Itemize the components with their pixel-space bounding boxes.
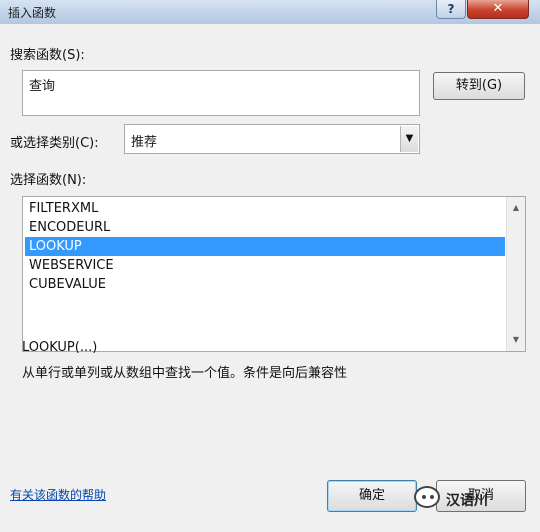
search-input-value: 查询	[29, 79, 56, 94]
vertical-scrollbar[interactable]: ▲ ▼	[506, 197, 525, 351]
ok-button[interactable]: 确定	[327, 480, 417, 512]
list-item[interactable]: ENCODEURL	[25, 218, 505, 237]
function-signature: LOOKUP(...)	[22, 340, 98, 355]
search-input[interactable]: 查询	[22, 70, 420, 116]
list-item[interactable]: FILTERXML	[25, 199, 505, 218]
ok-button-label: 确定	[358, 488, 385, 503]
function-list[interactable]: FILTERXML ENCODEURL LOOKUP WEBSERVICE CU…	[22, 196, 526, 352]
close-icon: ✕	[492, 1, 504, 16]
question-icon: ?	[447, 2, 455, 16]
function-help-link[interactable]: 有关该函数的帮助	[10, 486, 106, 503]
list-item[interactable]: CUBEVALUE	[25, 275, 505, 294]
chevron-down-icon[interactable]: ▼	[400, 126, 418, 152]
wechat-icon	[414, 486, 440, 508]
watermark-text: 汉语川	[446, 493, 488, 509]
dialog-title: 插入函数	[8, 6, 57, 20]
go-button[interactable]: 转到(G)	[433, 72, 525, 100]
insert-function-dialog: 插入函数 ? ✕ 搜索函数(S): 查询 转到(G) 或选择类别(C): 推荐 …	[0, 0, 540, 532]
search-label: 搜索函数(S):	[10, 48, 85, 63]
category-selected-value: 推荐	[131, 135, 158, 150]
list-item-selected[interactable]: LOOKUP	[25, 237, 505, 256]
scroll-up-icon[interactable]: ▲	[507, 199, 525, 217]
dialog-body: 搜索函数(S): 查询 转到(G) 或选择类别(C): 推荐 ▼ 选择函数(N)…	[0, 24, 540, 532]
function-list-label: 选择函数(N):	[10, 173, 87, 188]
help-button[interactable]: ?	[436, 0, 466, 19]
watermark: 汉语川	[414, 482, 532, 516]
title-bar[interactable]: 插入函数 ? ✕	[0, 0, 540, 24]
close-button[interactable]: ✕	[467, 0, 529, 19]
scroll-down-icon[interactable]: ▼	[507, 331, 525, 349]
list-item[interactable]: WEBSERVICE	[25, 256, 505, 275]
category-label: 或选择类别(C):	[10, 136, 99, 151]
go-button-label: 转到(G)	[455, 78, 503, 93]
category-select[interactable]: 推荐 ▼	[124, 124, 420, 154]
function-description: 从单行或单列或从数组中查找一个值。条件是向后兼容性	[22, 366, 348, 381]
